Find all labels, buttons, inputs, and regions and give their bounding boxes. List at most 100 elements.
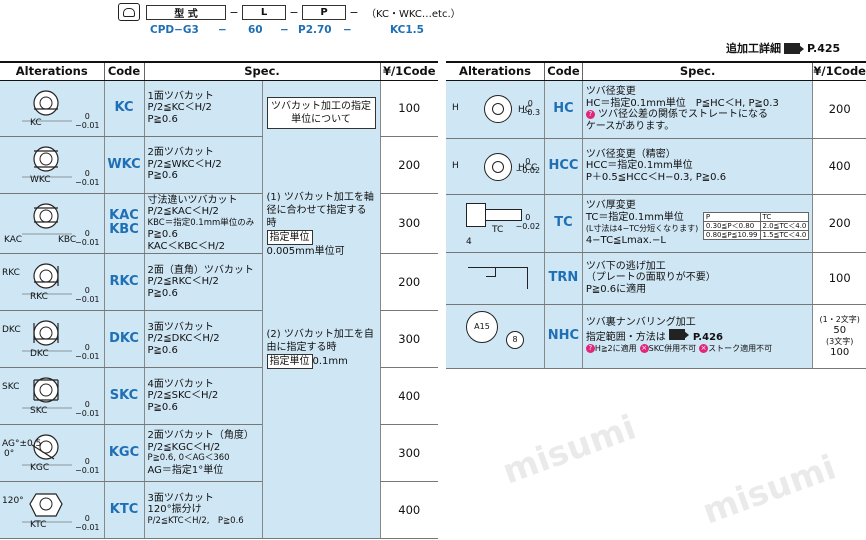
- tolerance-upper: 0: [84, 168, 90, 178]
- spec-text: （プレートの面取りが不要）: [585, 272, 716, 284]
- spec-line: P/2≦KAC＜H/2: [147, 206, 219, 217]
- price-cell: 200: [812, 80, 866, 139]
- tolerance-upper: 0: [84, 286, 90, 295]
- spec-line: 2面（直角）ツバカット: [147, 264, 254, 276]
- alteration-diagram: KGC AG°±0.5 0° 0 −0.01: [0, 424, 104, 482]
- alteration-code: KBC: [109, 222, 139, 238]
- spec-text: 4−TC≦Lmax.−L: [585, 234, 666, 246]
- header-price: ¥/1Code: [379, 61, 438, 81]
- head-circle: [33, 89, 59, 116]
- spec-line: 4面ツバカット: [147, 378, 214, 390]
- tolerance: 0 −0.01: [75, 112, 100, 130]
- spec-cell: 3面ツバカット 120°振分け P/2≦KTC＜H/2, P≧0.6: [143, 481, 262, 539]
- spec-line: ツバ径変更（精密）: [586, 149, 810, 161]
- alteration-diagram: A15 8: [446, 304, 545, 369]
- price-price-b-label: (3文字): [826, 337, 854, 346]
- dimension-label-secondary: 4: [466, 236, 472, 247]
- spec-line: P≧0.6: [147, 170, 178, 182]
- detail-reference[interactable]: 追加工詳細 P.425: [726, 40, 840, 56]
- alteration-diagram: TC 4 0 −0.02: [446, 194, 545, 253]
- alteration-diagram: KAC KBC 0 −0.01: [0, 193, 104, 254]
- spec-line: HCC＝指定0.1mm単位: [586, 160, 810, 172]
- spec-cell: ツバ下の逃げ加工 （プレートの面取りが不要） P≧0.6に適用: [581, 252, 813, 305]
- spec-line: P≧0.6: [147, 287, 178, 299]
- detail-ref-page[interactable]: P.425: [807, 42, 840, 55]
- order-model-box: 型 式: [146, 4, 226, 20]
- shaft-circle: [492, 160, 504, 173]
- shaft-circle: [492, 102, 504, 115]
- spec-line: KBC＝指定0.1mm単位のみ: [147, 217, 255, 228]
- spec-text: ツバ径公差の関係でストレートになる: [598, 109, 768, 120]
- order-dash: −: [349, 5, 359, 19]
- order-example-code: KC1.5: [390, 24, 424, 36]
- order-P-box: P: [302, 4, 346, 20]
- tolerance-lower: −0.01: [74, 523, 100, 532]
- numbered-head: A15: [466, 310, 498, 343]
- header-alterations: Alterations: [446, 61, 545, 81]
- price-cell: 200: [379, 136, 438, 194]
- unit-note-item2-value: 0.1mm: [312, 355, 348, 367]
- condition-text: SKC併用不可: [648, 344, 697, 354]
- unit-note-item2-text: (2) ツバカット加工を自由に指定する時: [266, 328, 374, 353]
- dimension-label-secondary: AG°±0.5: [2, 439, 42, 449]
- code-cell: KGC: [103, 424, 144, 482]
- alteration-diagram: [446, 252, 545, 305]
- tolerance-lower: −0.01: [74, 295, 100, 304]
- page-reference[interactable]: P.426: [693, 332, 723, 343]
- dimension-label: SKC: [30, 406, 48, 416]
- watermark: misumi: [497, 407, 642, 493]
- tolerance: 0 −0.01: [75, 229, 100, 247]
- order-format-line: 型 式 − L − P − （KC・WKC…etc.）: [118, 2, 461, 22]
- tolerance-lower: −0.01: [74, 238, 100, 247]
- tolerance: 0 −0.3: [521, 99, 540, 117]
- order-dash: −: [289, 5, 299, 19]
- order-example-P: P2.70: [298, 24, 332, 36]
- spec-line: P/2≦DKC＜H/2: [147, 333, 220, 345]
- spec-line: 1面ツバカット: [147, 90, 214, 102]
- mini-cell: 2.0≦TC＜4.0: [759, 221, 810, 231]
- dimension-label: RKC: [30, 292, 48, 302]
- spec-text: ツバ径変更（精密）: [585, 148, 676, 160]
- spec-line: 指定範囲・方法は P.426: [586, 328, 810, 344]
- table-row: H HC 0 −0.3 HC ツバ径変更 HC＝指定0.1mm単位 P≦HC＜H, P≧0.…: [446, 80, 866, 139]
- code-cell: DKC: [103, 310, 144, 368]
- header-price: ¥/1Code: [812, 61, 866, 81]
- alteration-code: KC: [114, 100, 134, 115]
- unit-note-item1-value: 0.005mm単位可: [266, 245, 345, 257]
- order-example-L: 60: [248, 24, 263, 36]
- unit-note-item1-text: (1) ツバカット加工を軸径に合わせて指定する時: [266, 191, 374, 229]
- spec-text: HCC＝指定0.1mm単位: [585, 160, 693, 172]
- spec-line: AG＝指定1°単位: [147, 464, 224, 476]
- relief-groove-notch: [486, 266, 496, 277]
- mini-cell: 0.30≦P＜0.80: [702, 221, 761, 231]
- alteration-diagram: KC 0 −0.01: [0, 80, 104, 137]
- spec-line: P≧0.6: [147, 401, 178, 413]
- header-alterations: Alterations: [0, 61, 104, 81]
- code-cell: KC: [103, 80, 144, 137]
- unit-label: 指定単位: [266, 353, 313, 369]
- spec-cell: 4面ツバカット P/2≦SKC＜H/2 P≧0.6: [143, 367, 262, 425]
- tolerance-upper: 0: [84, 343, 90, 352]
- price-cell: 200: [812, 194, 866, 253]
- alteration-diagram: WKC 0 −0.01: [0, 136, 104, 194]
- alteration-diagram: H HCC 0 −0.02: [446, 138, 545, 195]
- order-hand-icon: [118, 3, 140, 21]
- dimension-label-secondary: DKC: [2, 325, 21, 335]
- unit-label: 指定単位: [266, 229, 313, 245]
- dimension-label: H: [452, 160, 459, 171]
- spec-line: P/2≦RKC＜H/2: [147, 276, 219, 288]
- tolerance-upper: 0: [525, 212, 531, 222]
- unit-note-title: ツバカット加工の指定単位について: [266, 96, 376, 129]
- alteration-diagram: KTC 120° 0 −0.01: [0, 481, 104, 539]
- spec-text: P＋0.5≦HCC＜H−0.3, P≧0.6: [585, 171, 727, 183]
- price-cell: 400: [812, 138, 866, 195]
- code-cell: KAC KBC: [103, 193, 144, 254]
- price-cell: 400: [379, 367, 438, 425]
- spec-line: P≧0.6: [147, 113, 178, 125]
- price-cell: 100: [812, 252, 866, 305]
- right-alterations-table: Alterations Code Spec. ¥/1Code H HC 0 −0.3 H…: [446, 61, 866, 369]
- spec-cell: ツバ径変更 HC＝指定0.1mm単位 P≦HC＜H, P≧0.3? ツバ径公差の関…: [581, 80, 813, 139]
- spec-cell: 2面ツバカット P/2≦WKC＜H/2 P≧0.6: [143, 136, 262, 194]
- spec-line: P≧0.6: [147, 344, 178, 356]
- header-code: Code: [544, 61, 583, 81]
